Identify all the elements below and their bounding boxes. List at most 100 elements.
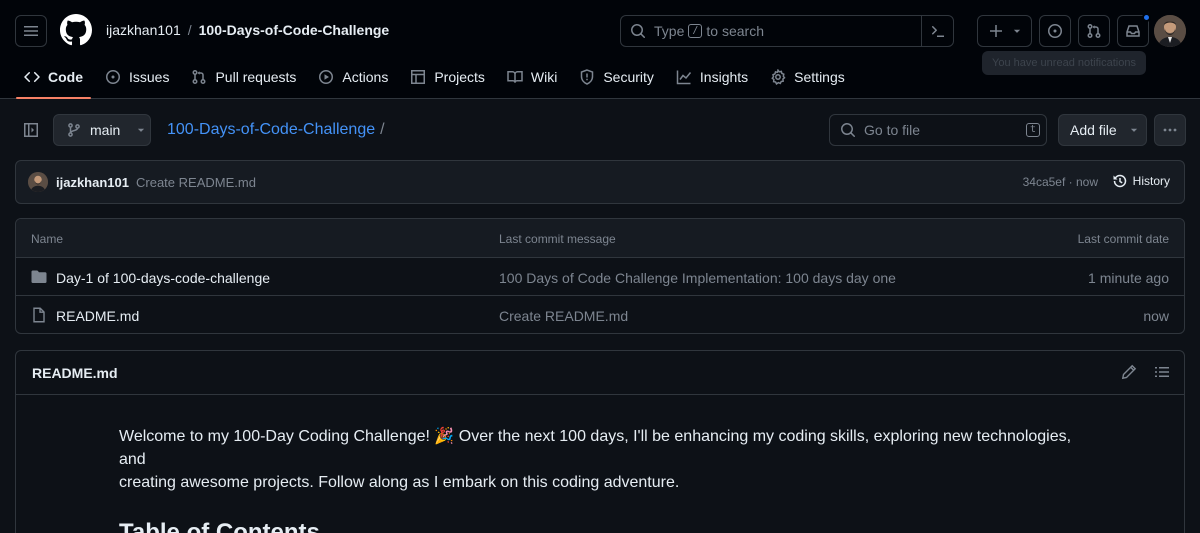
go-to-file-shortcut: t: [1025, 123, 1040, 137]
your-pull-requests-button[interactable]: [1078, 15, 1110, 47]
tab-projects-label: Projects: [434, 69, 485, 85]
tab-settings[interactable]: Settings: [762, 64, 853, 90]
expand-file-tree-button[interactable]: [15, 114, 47, 146]
table-icon: [411, 70, 426, 84]
file-commit-message[interactable]: Create README.md: [499, 308, 628, 324]
readme-header: README.md: [16, 351, 1184, 395]
command-palette-button[interactable]: [921, 16, 953, 46]
repo-link[interactable]: 100-Days-of-Code-Challenge: [199, 22, 390, 38]
column-header-name: Name: [31, 232, 64, 246]
latest-commit-bar: ijazkhan101 Create README.md 34ca5ef · n…: [15, 160, 1185, 204]
outline-button[interactable]: [1154, 364, 1170, 380]
readme-content: Welcome to my 100-Day Coding Challenge! …: [119, 425, 1085, 533]
sidebar-expand-icon: [24, 123, 38, 137]
git-branch-icon: [68, 123, 80, 137]
commit-author-avatar[interactable]: [28, 172, 48, 192]
edit-readme-button[interactable]: [1121, 364, 1137, 380]
search-input[interactable]: Type / to search: [620, 15, 954, 47]
your-issues-button[interactable]: [1039, 15, 1071, 47]
tab-code[interactable]: Code: [16, 64, 91, 99]
tab-insights-label: Insights: [699, 69, 749, 85]
menu-button[interactable]: [15, 15, 47, 47]
tab-pull-requests-label: Pull requests: [215, 69, 297, 85]
history-label: History: [1132, 174, 1170, 188]
chevron-down-icon: [138, 128, 145, 132]
commit-message[interactable]: Create README.md: [136, 175, 256, 190]
commit-sha-time[interactable]: 34ca5ef · now: [1023, 175, 1098, 189]
code-icon: [24, 71, 40, 83]
notifications-tooltip: You have unread notifications: [982, 51, 1146, 75]
add-file-button[interactable]: Add file: [1058, 114, 1147, 146]
chevron-down-icon: [1130, 128, 1137, 132]
file-commit-date: 1 minute ago: [1088, 270, 1169, 286]
branch-selector[interactable]: main: [53, 114, 151, 146]
table-row[interactable]: README.md Create README.md now: [16, 296, 1184, 333]
inbox-icon: [1126, 25, 1140, 37]
history-button[interactable]: History: [1112, 173, 1170, 189]
breadcrumb: ijazkhan101 / 100-Days-of-Code-Challenge: [106, 22, 389, 38]
file-name[interactable]: README.md: [56, 308, 139, 324]
tab-projects[interactable]: Projects: [402, 64, 493, 90]
search-placeholder-suffix: to search: [706, 23, 764, 39]
add-file-label: Add file: [1070, 122, 1117, 138]
terminal-icon: [931, 26, 944, 37]
tab-code-label: Code: [48, 69, 83, 85]
readme-panel: README.md Welcome to my 100-Day Coding C…: [15, 350, 1185, 533]
create-new-button[interactable]: [977, 15, 1032, 47]
more-options-button[interactable]: [1154, 114, 1186, 146]
issue-icon: [106, 70, 120, 84]
owner-link[interactable]: ijazkhan101: [106, 22, 181, 38]
column-header-date: Last commit date: [1077, 232, 1169, 246]
tab-issues[interactable]: Issues: [97, 64, 177, 90]
list-unordered-icon: [1155, 367, 1169, 377]
github-logo-icon[interactable]: [60, 14, 92, 46]
readme-heading-toc: Table of Contents: [119, 518, 1085, 533]
repo-nav: Code Issues Pull requests Actions Projec…: [16, 64, 859, 99]
path-separator: /: [380, 121, 385, 138]
file-name[interactable]: Day-1 of 100-days-code-challenge: [56, 270, 270, 286]
file-path: 100-Days-of-Code-Challenge /: [167, 121, 385, 139]
tab-insights[interactable]: Insights: [668, 64, 756, 90]
file-commit-date: now: [1143, 308, 1169, 324]
user-avatar[interactable]: [1154, 15, 1186, 47]
tab-issues-label: Issues: [129, 69, 170, 85]
branch-name: main: [90, 122, 121, 138]
tab-settings-label: Settings: [794, 69, 845, 85]
shield-icon: [581, 69, 594, 85]
graph-icon: [676, 70, 692, 85]
breadcrumb-separator: /: [187, 22, 192, 38]
file-table: Name Last commit message Last commit dat…: [15, 218, 1185, 334]
tab-actions-label: Actions: [342, 69, 389, 85]
path-repo-link[interactable]: 100-Days-of-Code-Challenge: [167, 121, 375, 139]
column-header-message: Last commit message: [499, 232, 616, 246]
tab-wiki[interactable]: Wiki: [499, 64, 565, 90]
table-header: Name Last commit message Last commit dat…: [16, 219, 1184, 258]
tab-security-label: Security: [603, 69, 654, 85]
notifications-button[interactable]: [1117, 13, 1151, 47]
plus-icon: [989, 25, 1002, 37]
tab-security[interactable]: Security: [571, 64, 662, 90]
readme-intro-line-2: creating awesome projects. Follow along …: [119, 474, 680, 491]
hamburger-icon: [24, 26, 38, 36]
unread-indicator: [1142, 13, 1151, 22]
folder-icon: [31, 270, 47, 283]
go-to-file-input[interactable]: Go to file t: [829, 114, 1047, 146]
search-shortcut-key: /: [688, 24, 703, 38]
commit-author[interactable]: ijazkhan101: [56, 175, 129, 190]
readme-title[interactable]: README.md: [32, 365, 118, 381]
search-icon: [841, 123, 855, 137]
play-icon: [319, 70, 334, 84]
search-placeholder-prefix: Type: [654, 23, 685, 39]
readme-intro-line-1: Welcome to my 100-Day Coding Challenge! …: [119, 428, 1072, 468]
issue-opened-icon: [1048, 24, 1062, 38]
kebab-horizontal-icon: [1163, 128, 1177, 132]
tab-pull-requests[interactable]: Pull requests: [183, 64, 304, 90]
book-icon: [507, 71, 523, 83]
table-row[interactable]: Day-1 of 100-days-code-challenge 100 Day…: [16, 258, 1184, 296]
chevron-down-icon: [1013, 29, 1020, 33]
tab-actions[interactable]: Actions: [310, 64, 396, 90]
go-to-file-placeholder: Go to file: [864, 122, 921, 138]
gear-icon: [771, 69, 786, 85]
top-header: ijazkhan101 / 100-Days-of-Code-Challenge…: [0, 0, 1200, 99]
file-commit-message[interactable]: 100 Days of Code Challenge Implementatio…: [499, 270, 896, 286]
